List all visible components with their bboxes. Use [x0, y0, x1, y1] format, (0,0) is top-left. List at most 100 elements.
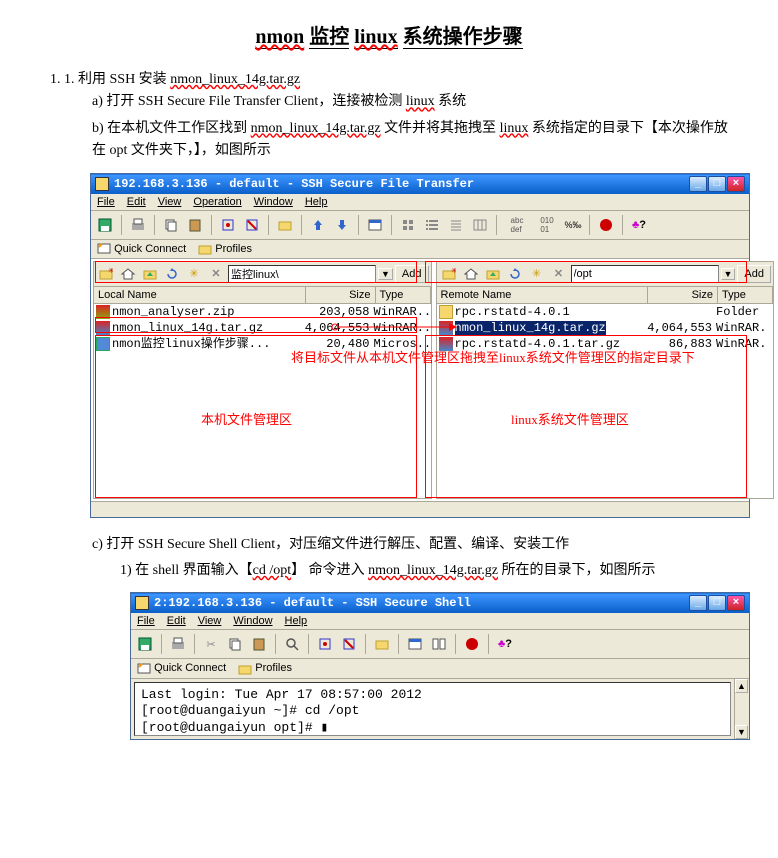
new-window-icon[interactable]	[404, 633, 426, 655]
profiles-button[interactable]: Profiles	[198, 243, 252, 255]
file-name: nmon_analyser.zip	[112, 304, 304, 320]
menu-view[interactable]: View	[198, 615, 222, 627]
local-favorite-icon[interactable]: ✳	[184, 264, 204, 284]
file-size: 4,064,553	[304, 320, 374, 336]
tile-icon[interactable]	[428, 633, 450, 655]
file-row[interactable]: nmon_analyser.zip203,058WinRAR..	[94, 304, 431, 320]
remote-delete-icon[interactable]: ✕	[549, 264, 569, 284]
local-path-input[interactable]	[228, 265, 376, 283]
menu-operation[interactable]: Operation	[193, 196, 241, 208]
save-icon[interactable]	[94, 214, 116, 236]
maximize-button[interactable]: □	[708, 176, 726, 192]
connect-icon[interactable]	[314, 633, 336, 655]
local-up-icon[interactable]	[140, 264, 160, 284]
file-row[interactable]: nmon_linux_14g.tar.gz4,064,553WinRAR..	[94, 320, 431, 336]
remote-up-icon[interactable]	[483, 264, 503, 284]
menu-edit[interactable]: Edit	[167, 615, 186, 627]
copy-icon[interactable]	[224, 633, 246, 655]
scrollbar[interactable]: ▲ ▼	[734, 679, 749, 739]
menu-edit[interactable]: Edit	[127, 196, 146, 208]
local-file-list[interactable]: nmon_analyser.zip203,058WinRAR..nmon_lin…	[94, 304, 431, 498]
help-icon[interactable]: ♣?	[494, 633, 516, 655]
scroll-down-icon[interactable]: ▼	[735, 725, 748, 739]
gz-icon	[439, 337, 453, 351]
save-icon[interactable]	[134, 633, 156, 655]
dropdown-icon[interactable]: ▼	[721, 268, 736, 280]
minimize-button[interactable]: _	[689, 595, 707, 611]
local-home-icon[interactable]	[118, 264, 138, 284]
local-new-folder-icon[interactable]: ✳	[96, 264, 116, 284]
view-small-icon[interactable]	[421, 214, 443, 236]
local-add-button[interactable]: Add	[395, 265, 429, 283]
help-icon[interactable]: ♣?	[628, 214, 650, 236]
view-list-icon[interactable]	[445, 214, 467, 236]
close-button[interactable]: ×	[727, 176, 745, 192]
remote-file-list[interactable]: rpc.rstatd-4.0.1Foldernmon_linux_14g.tar…	[437, 304, 774, 498]
percent-icon[interactable]: %‰	[562, 214, 584, 236]
print-icon[interactable]	[167, 633, 189, 655]
menu-file[interactable]: File	[137, 615, 155, 627]
binary-icon[interactable]: 01001	[534, 214, 560, 236]
paste-icon[interactable]	[184, 214, 206, 236]
disconnect-icon[interactable]	[338, 633, 360, 655]
quick-connect-button[interactable]: Quick Connect	[137, 662, 226, 674]
dropdown-icon[interactable]: ▼	[378, 268, 393, 280]
local-col-name[interactable]: Local Name	[94, 287, 306, 303]
new-folder-icon[interactable]	[274, 214, 296, 236]
view-details-icon[interactable]	[469, 214, 491, 236]
paste-icon[interactable]	[248, 633, 270, 655]
file-row[interactable]: rpc.rstatd-4.0.1.tar.gz86,883WinRAR.	[437, 336, 774, 352]
maximize-button[interactable]: □	[708, 595, 726, 611]
terminal-line: Last login: Tue Apr 17 08:57:00 2012	[141, 687, 724, 704]
settings-icon[interactable]	[371, 633, 393, 655]
cut-icon[interactable]: ✂	[200, 633, 222, 655]
local-delete-icon[interactable]: ✕	[206, 264, 226, 284]
remote-home-icon[interactable]	[461, 264, 481, 284]
print-icon[interactable]	[127, 214, 149, 236]
remote-col-size[interactable]: Size	[648, 287, 718, 303]
filter-icon[interactable]: abcdef	[502, 214, 532, 236]
local-col-size[interactable]: Size	[306, 287, 376, 303]
upload-icon[interactable]	[307, 214, 329, 236]
file-name: rpc.rstatd-4.0.1.tar.gz	[455, 336, 647, 352]
local-refresh-icon[interactable]	[162, 264, 182, 284]
gz-icon	[439, 321, 453, 335]
file-row[interactable]: rpc.rstatd-4.0.1Folder	[437, 304, 774, 320]
file-row[interactable]: nmon_linux_14g.tar.gz4,064,553WinRAR.	[437, 320, 774, 336]
remote-col-type[interactable]: Type	[718, 287, 773, 303]
copy-icon[interactable]	[160, 214, 182, 236]
menu-help[interactable]: Help	[305, 196, 328, 208]
remote-add-button[interactable]: Add	[737, 265, 771, 283]
window-titlebar[interactable]: 192.168.3.136 - default - SSH Secure Fil…	[91, 174, 749, 194]
remote-path-input[interactable]	[571, 265, 719, 283]
connect-icon[interactable]	[217, 214, 239, 236]
view-large-icon[interactable]	[397, 214, 419, 236]
find-icon[interactable]	[281, 633, 303, 655]
svg-text:✳: ✳	[451, 268, 456, 275]
stop-icon[interactable]	[461, 633, 483, 655]
profiles-button[interactable]: Profiles	[238, 662, 292, 674]
new-window-icon[interactable]	[364, 214, 386, 236]
disconnect-icon[interactable]	[241, 214, 263, 236]
local-col-type[interactable]: Type	[376, 287, 431, 303]
quick-connect-button[interactable]: Quick Connect	[97, 243, 186, 255]
remote-col-name[interactable]: Remote Name	[437, 287, 649, 303]
scroll-up-icon[interactable]: ▲	[735, 679, 748, 693]
remote-refresh-icon[interactable]	[505, 264, 525, 284]
menu-view[interactable]: View	[158, 196, 182, 208]
shell-titlebar[interactable]: 2:192.168.3.136 - default - SSH Secure S…	[131, 593, 749, 613]
stop-icon[interactable]	[595, 214, 617, 236]
menu-file[interactable]: File	[97, 196, 115, 208]
remote-favorite-icon[interactable]: ✳	[527, 264, 547, 284]
menu-window[interactable]: Window	[254, 196, 293, 208]
terminal-area[interactable]: Last login: Tue Apr 17 08:57:00 2012[roo…	[134, 682, 731, 736]
minimize-button[interactable]: _	[689, 176, 707, 192]
download-icon[interactable]	[331, 214, 353, 236]
step1c: c) 打开 SSH Secure Shell Client，对压缩文件进行解压、…	[92, 534, 738, 556]
menu-window[interactable]: Window	[233, 615, 272, 627]
remote-new-folder-icon[interactable]: ✳	[439, 264, 459, 284]
close-button[interactable]: ×	[727, 595, 745, 611]
menu-help[interactable]: Help	[285, 615, 308, 627]
file-row[interactable]: nmon监控linux操作步骤...20,480Micros..	[94, 336, 431, 352]
quick-bar: Quick Connect Profiles	[91, 240, 749, 259]
